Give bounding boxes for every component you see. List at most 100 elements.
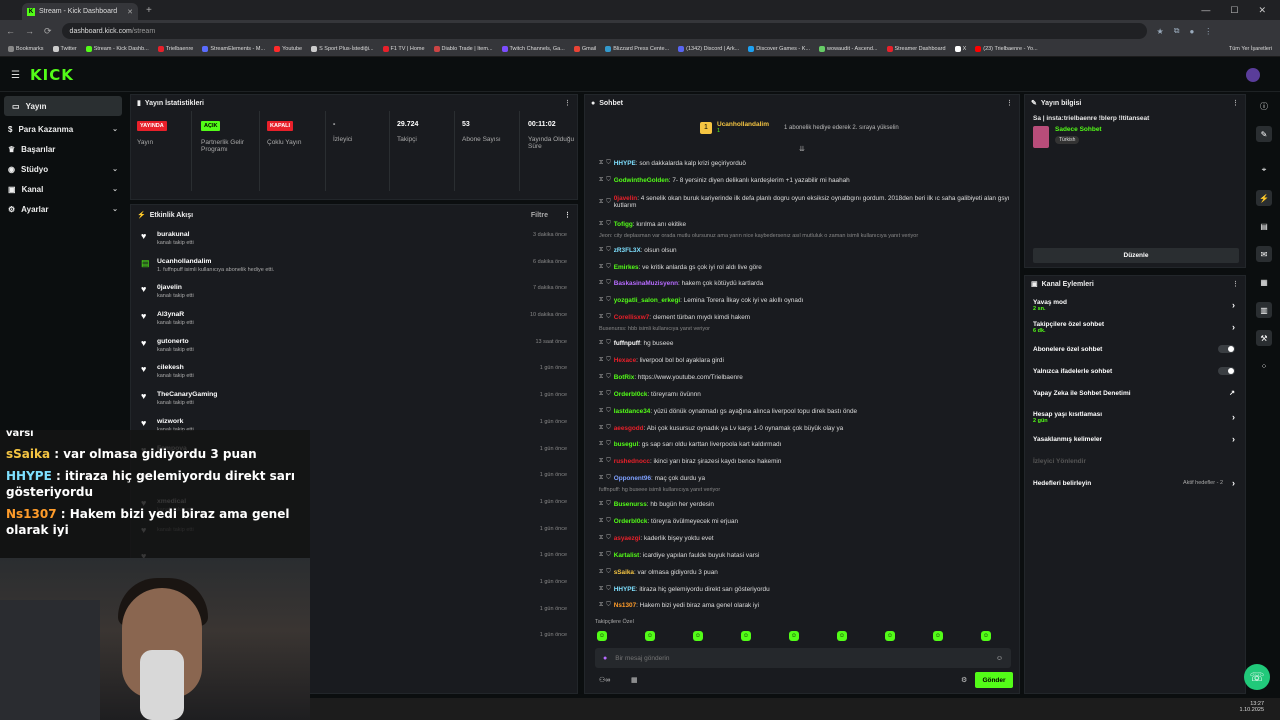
chat-message[interactable]: ⧖ ⛉ zR3FL3X: olsun olsun [585,242,1015,259]
minimize-icon[interactable]: — [1201,5,1210,16]
toggle-switch[interactable] [1218,345,1235,353]
chat-message[interactable]: ⧖ ⛉ Tofigg: kırılma anı ekitike [585,216,1015,233]
sidebar-item-3[interactable]: ♛ Başarılar [0,139,126,159]
chat-message[interactable]: ⧖ ⛉ lastdance34: yüzü dönük oynatmadı gs a… [585,403,1015,420]
timeout-icon[interactable]: ⧖ [599,297,603,304]
timeout-icon[interactable]: ⧖ [599,264,603,271]
emoji-icon[interactable]: ☺ [996,655,1003,662]
bookmark-item[interactable]: Twitter [52,46,77,52]
timeout-icon[interactable]: ⧖ [599,602,603,609]
timeout-icon[interactable]: ⧖ [599,475,603,482]
ban-icon[interactable]: ⛉ [606,199,611,206]
chat-message[interactable]: ⧖ ⛉ fuffnpuff: hg buseee [585,335,1015,352]
user-avatar[interactable] [1246,68,1260,82]
ban-icon[interactable]: ⛉ [606,602,611,609]
ban-icon[interactable]: ⛉ [606,518,611,525]
chat-username[interactable]: HHYPE [614,586,636,593]
table-icon[interactable]: ▥ [1256,302,1272,318]
channel-action-item[interactable]: Hesap yaşı kısıtlaması 2 gün › [1025,406,1245,428]
timeout-icon[interactable]: ⧖ [599,458,603,465]
timeout-icon[interactable]: ⧖ [599,314,603,321]
reload-icon[interactable]: ⟳ [44,26,52,37]
ban-icon[interactable]: ⛉ [606,458,611,465]
timeout-icon[interactable]: ⧖ [599,586,603,593]
channel-action-item[interactable]: Hedefleri belirleyin Aktif hedefler - 2 › [1025,472,1245,494]
star-icon[interactable]: ★ [1157,27,1164,36]
users-icon[interactable]: ⚇∞ [599,676,610,684]
more-icon[interactable]: ⋮ [1006,99,1013,107]
back-icon[interactable]: ← [6,26,15,36]
toggle-switch[interactable] [1218,367,1235,375]
channel-action-item[interactable]: Abonelere özel sohbet [1025,338,1245,360]
timeout-icon[interactable]: ⧖ [599,501,603,508]
channel-action-item[interactable]: Yasaklanmış kelimeler › [1025,428,1245,450]
chat-username[interactable]: Opponent96 [614,475,651,482]
bookmark-item[interactable]: (23) Trielbaenre - Yo... [975,46,1038,52]
chat-username[interactable]: sSaika [614,569,634,576]
emote-icon[interactable]: ☺ [933,631,943,641]
more-icon[interactable]: ⋮ [1232,280,1239,288]
chat-message[interactable]: ⧖ ⛉ yozgatli_salon_erkegi: Lemina Torera İ… [585,292,1015,309]
bookmark-item[interactable]: Bookmarks [8,46,44,52]
chat-input-box[interactable]: ● ☺ [595,648,1011,668]
timeout-icon[interactable]: ⧖ [599,518,603,525]
emote-icon[interactable]: ☺ [885,631,895,641]
ban-icon[interactable]: ⛉ [606,160,611,167]
chat-username[interactable]: asyaezgi [614,535,641,542]
bookmark-item[interactable]: Youtube [274,46,302,52]
url-field[interactable]: dashboard.kick.com/stream [61,23,1147,39]
ban-icon[interactable]: ⛉ [606,586,611,593]
kick-logo[interactable]: KICK [30,66,74,84]
bookmark-item[interactable]: X [954,46,966,52]
extensions-icon[interactable]: ⧉ [1174,26,1180,36]
ban-icon[interactable]: ⛉ [606,501,611,508]
bookmark-item[interactable]: Trielbaenre [157,46,193,52]
chat-message[interactable]: ⧖ ⛉ 0javelin: 4 senelik okan buruk kariyer… [585,189,1015,216]
bookmark-item[interactable]: Discover Games - K... [748,46,810,52]
chat-username[interactable]: 0javelin [614,195,637,202]
calendar-icon[interactable]: ▦ [631,676,638,684]
edit-button[interactable]: Düzenle [1033,248,1239,263]
all-bookmarks[interactable]: Tüm Yer İşaretleri [1229,46,1272,52]
channel-action-item[interactable]: Takipçilere özel sohbet 6 dk. › [1025,316,1245,338]
apps-icon[interactable]: ⁘ [1256,358,1272,374]
chat-username[interactable]: GodwintheGolden [614,177,669,184]
chat-message[interactable]: ⧖ ⛉ Corellisxw7: clement türban mıydı kimd… [585,309,1015,326]
chat-message[interactable]: ⧖ ⛉ Kartalist: icardiye yapılan faulde buy… [585,547,1015,564]
chat-message[interactable]: ⧖ ⛉ busegul: gs sap sarı oldu karttan live… [585,436,1015,453]
chat-username[interactable]: aeesgodd [614,425,644,432]
ban-icon[interactable]: ⛉ [606,374,611,381]
chat-message[interactable]: ⧖ ⛉ Busenurss: hb bugün her yerdesin [585,496,1015,513]
bookmark-item[interactable]: wowaudit - Ascend... [819,46,878,52]
scroll-down-icon[interactable]: ⇊ [799,145,805,153]
bookmark-item[interactable]: (1342) Discord | Ark... [678,46,739,52]
sidebar-item-1[interactable]: ▭ Yayın [4,96,122,116]
timeout-icon[interactable]: ⧖ [599,357,603,364]
wrench-icon[interactable]: ⚒ [1256,330,1272,346]
timeout-icon[interactable]: ⧖ [599,221,603,228]
emote-icon[interactable]: ☺ [597,631,607,641]
info-icon[interactable]: ⓘ [1256,98,1272,114]
send-button[interactable]: Gönder [975,672,1013,688]
forward-icon[interactable]: → [25,26,34,36]
timeout-icon[interactable]: ⧖ [599,535,603,542]
ban-icon[interactable]: ⛉ [606,221,611,228]
chat-message[interactable]: ⧖ ⛉ Opponent96: maç çok durdu ya [585,470,1015,487]
chat-username[interactable]: fuffnpuff [614,340,640,347]
chat-message[interactable]: ⧖ ⛉ Hexace: liverpool bol bol ayaklara gir… [585,352,1015,369]
emote-icon[interactable]: ☺ [741,631,751,641]
channel-action-item[interactable]: Yapay Zeka ile Sohbet Denetimi ↗ [1025,382,1245,404]
emote-icon[interactable]: ☺ [981,631,991,641]
chat-message[interactable]: ⧖ ⛉ HHYPE: son dakkalarda kalp krizi geçir… [585,155,1015,172]
timeout-icon[interactable]: ⧖ [599,441,603,448]
channel-action-item[interactable]: Yavaş mod 2 sn. › [1025,294,1245,316]
timeout-icon[interactable]: ⧖ [599,177,603,184]
browser-tab[interactable]: K Stream - Kick Dashboard ✕ [22,3,138,20]
close-window-icon[interactable]: ✕ [1258,5,1266,16]
chat-icon[interactable]: ✉ [1256,246,1272,262]
edit-icon[interactable]: ✎ [1256,126,1272,142]
target-icon[interactable]: ⌖ [1256,162,1272,178]
more-icon[interactable]: ⋮ [564,99,571,107]
bookmark-item[interactable]: Gmail [573,46,596,52]
chat-message[interactable]: ⧖ ⛉ Orderbl0ck: töreyra övülmeyecek mi erj… [585,513,1015,530]
